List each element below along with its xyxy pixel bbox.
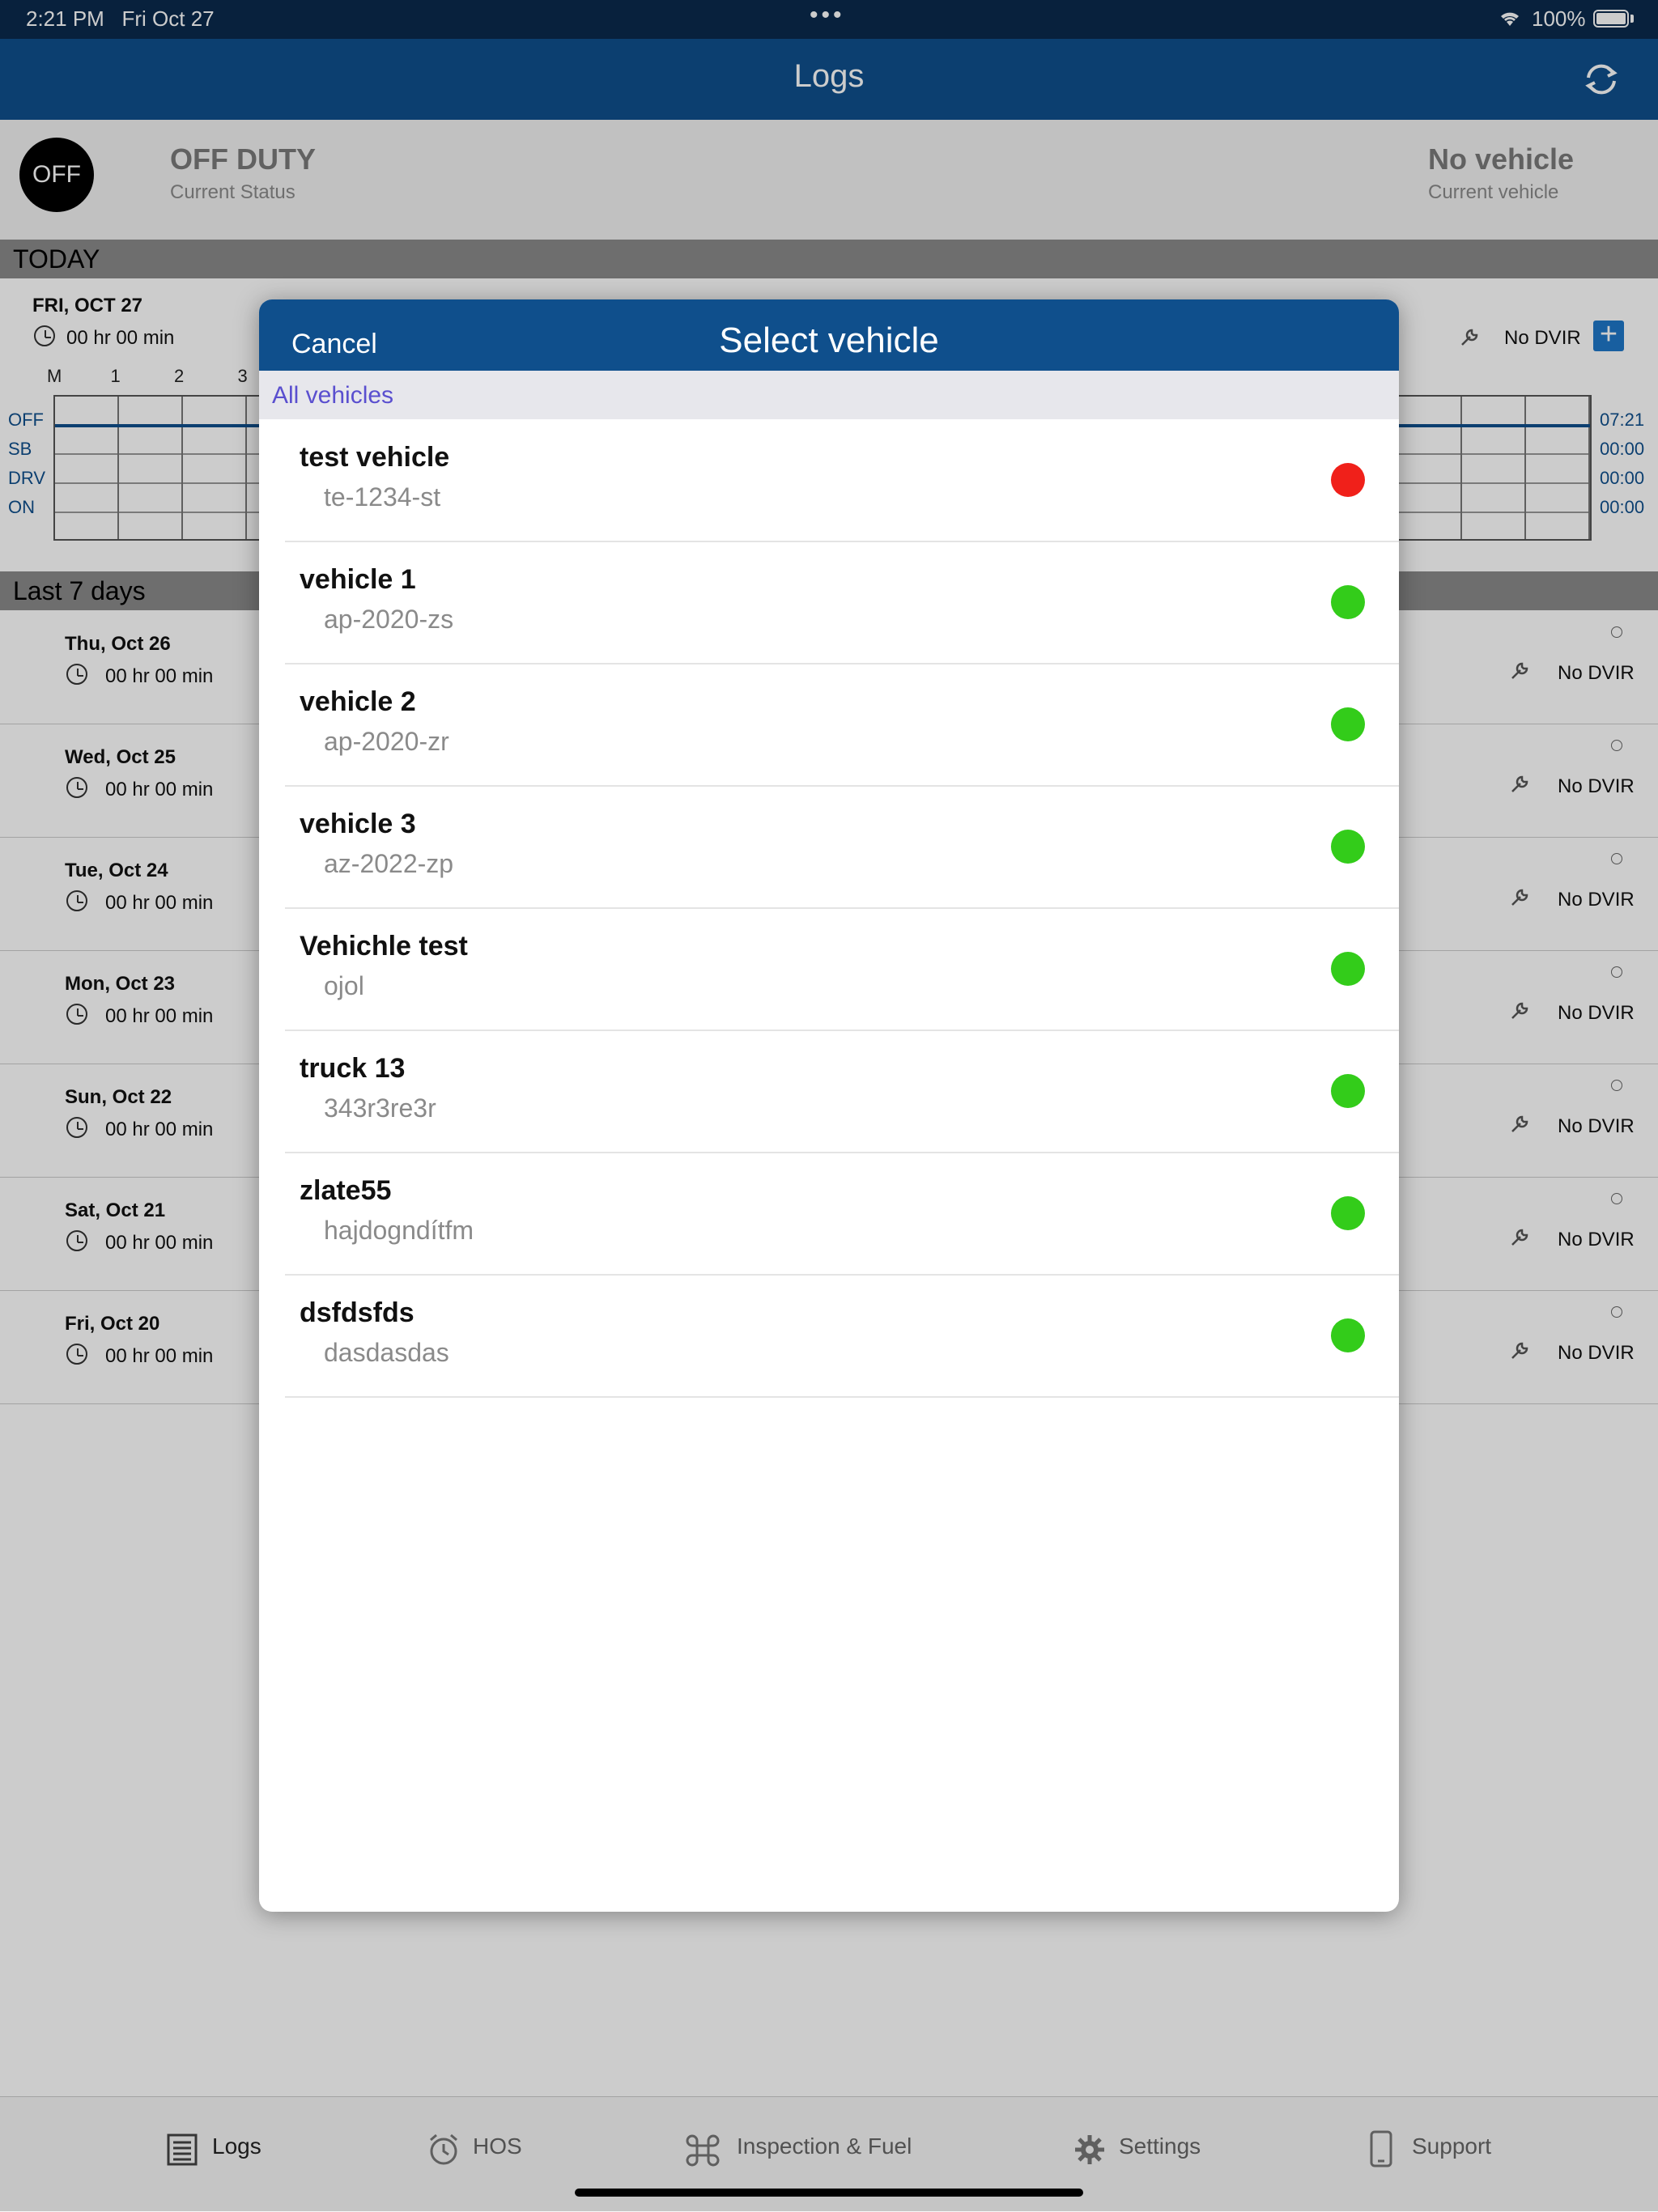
vehicle-status-dot	[1331, 952, 1365, 986]
vehicle-row[interactable]: truck 13 343r3re3r	[285, 1030, 1399, 1153]
vehicle-status-dot	[1331, 830, 1365, 864]
vehicle-plate: ojol	[324, 971, 364, 1000]
vehicle-row[interactable]: vehicle 2 ap-2020-zr	[285, 664, 1399, 787]
vehicle-row[interactable]: vehicle 3 az-2022-zp	[285, 786, 1399, 909]
vehicle-plate: az-2022-zp	[324, 849, 454, 878]
vehicle-filter-bar: All vehicles	[259, 371, 1399, 419]
vehicle-name: dsfdsfds	[300, 1297, 414, 1328]
vehicle-name: test vehicle	[300, 442, 450, 473]
vehicle-row[interactable]: test vehicle te-1234-st	[285, 419, 1399, 542]
vehicle-status-dot	[1331, 707, 1365, 741]
vehicle-row[interactable]: vehicle 1 ap-2020-zs	[285, 541, 1399, 664]
home-indicator	[575, 2189, 1083, 2197]
select-vehicle-modal: Cancel Select vehicle All vehicles test …	[259, 299, 1399, 1912]
all-vehicles-filter[interactable]: All vehicles	[272, 382, 393, 410]
vehicle-name: Vehichle test	[300, 931, 468, 962]
modal-header: Cancel Select vehicle	[259, 299, 1399, 371]
vehicle-status-dot	[1331, 585, 1365, 619]
vehicle-row[interactable]: dsfdsfds dasdasdas	[285, 1275, 1399, 1398]
vehicle-name: truck 13	[300, 1053, 406, 1084]
vehicle-status-dot	[1331, 1074, 1365, 1108]
vehicle-plate: 343r3re3r	[324, 1093, 436, 1123]
vehicle-name: zlate55	[300, 1175, 392, 1206]
vehicle-name: vehicle 2	[300, 686, 416, 717]
vehicle-row[interactable]: Vehichle test ojol	[285, 908, 1399, 1031]
vehicle-status-dot	[1331, 1318, 1365, 1352]
vehicle-status-dot	[1331, 1196, 1365, 1230]
vehicle-plate: te-1234-st	[324, 482, 441, 512]
vehicle-plate: dasdasdas	[324, 1338, 449, 1367]
vehicle-name: vehicle 1	[300, 564, 416, 595]
vehicle-name: vehicle 3	[300, 809, 416, 839]
vehicle-row[interactable]: zlate55 hajdogndítfm	[285, 1153, 1399, 1276]
vehicle-plate: hajdogndítfm	[324, 1216, 474, 1245]
modal-title: Select vehicle	[719, 321, 939, 360]
vehicle-status-dot	[1331, 463, 1365, 497]
vehicle-plate: ap-2020-zr	[324, 727, 449, 756]
vehicle-plate: ap-2020-zs	[324, 605, 454, 634]
